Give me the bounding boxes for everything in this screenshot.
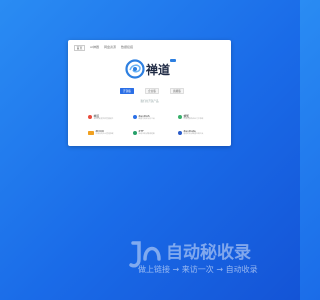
product-desc: 自动化测试集成框架 bbox=[138, 133, 155, 136]
open-source-button[interactable]: 开源版 bbox=[120, 88, 134, 94]
product-item-zentao[interactable]: 禅道 专业的研发项目管理软件 bbox=[88, 115, 133, 120]
product-desc: 数据可视化分析工具 bbox=[138, 118, 155, 120]
product-desc: 专业的研发项目管理软件 bbox=[93, 118, 114, 120]
product-item-zendata[interactable]: ZenData 通用的测试数据生成工具 bbox=[178, 130, 223, 135]
zdoo-icon bbox=[88, 130, 94, 135]
product-desc: 开源免费的企业门户系统 bbox=[183, 118, 204, 120]
zentao-logo: 禅道 bbox=[125, 58, 176, 80]
zentao-icon bbox=[88, 115, 92, 120]
nav-item-data-mining[interactable]: 数据挖掘 bbox=[121, 45, 133, 51]
top-nav: 首页 AI神器 网盘资源 数据挖掘 bbox=[74, 45, 133, 51]
product-item-chanzhi[interactable]: 蝉知 开源免费的企业门户系统 bbox=[178, 115, 223, 120]
enterprise-button[interactable]: 企业版 bbox=[145, 88, 159, 94]
product-item-zdoo[interactable]: ZDOO 开源协同办公管理系统 bbox=[88, 130, 133, 135]
zendas-icon bbox=[133, 115, 137, 120]
chanzhi-icon bbox=[178, 115, 182, 120]
main-card: 首页 AI神器 网盘资源 数据挖掘 禅道 开源版 企业版 旗舰版 我们的开源产品… bbox=[68, 40, 231, 146]
product-desc: 开源协同办公管理系统 bbox=[95, 133, 114, 136]
nav-item-home[interactable]: 首页 bbox=[74, 45, 86, 51]
product-desc: 通用的测试数据生成工具 bbox=[183, 133, 204, 136]
product-grid: 禅道 专业的研发项目管理软件 ZenDAS 数据可视化分析工具 蝉知 开源免费的… bbox=[88, 115, 218, 136]
flagship-button[interactable]: 旗舰版 bbox=[170, 88, 184, 94]
ztf-icon bbox=[133, 130, 137, 135]
edition-buttons: 开源版 企业版 旗舰版 bbox=[120, 88, 184, 94]
product-item-ztf[interactable]: ZTF 自动化测试集成框架 bbox=[133, 130, 178, 135]
logo-text: 禅道 bbox=[145, 62, 170, 77]
nav-item-ai-tools[interactable]: AI神器 bbox=[90, 45, 99, 51]
watermark-subtitle: 做上链接 → 来访一次 → 自动收录 bbox=[138, 265, 258, 274]
nav-item-cloud-resources[interactable]: 网盘资源 bbox=[104, 45, 116, 51]
products-subtitle: 我们的开源产品 bbox=[140, 100, 159, 103]
zendata-icon bbox=[178, 130, 182, 135]
logo-name: 禅道 bbox=[145, 62, 170, 77]
product-item-zendas[interactable]: ZenDAS 数据可视化分析工具 bbox=[133, 115, 178, 120]
watermark-title: 自动秘收录 bbox=[166, 242, 251, 263]
